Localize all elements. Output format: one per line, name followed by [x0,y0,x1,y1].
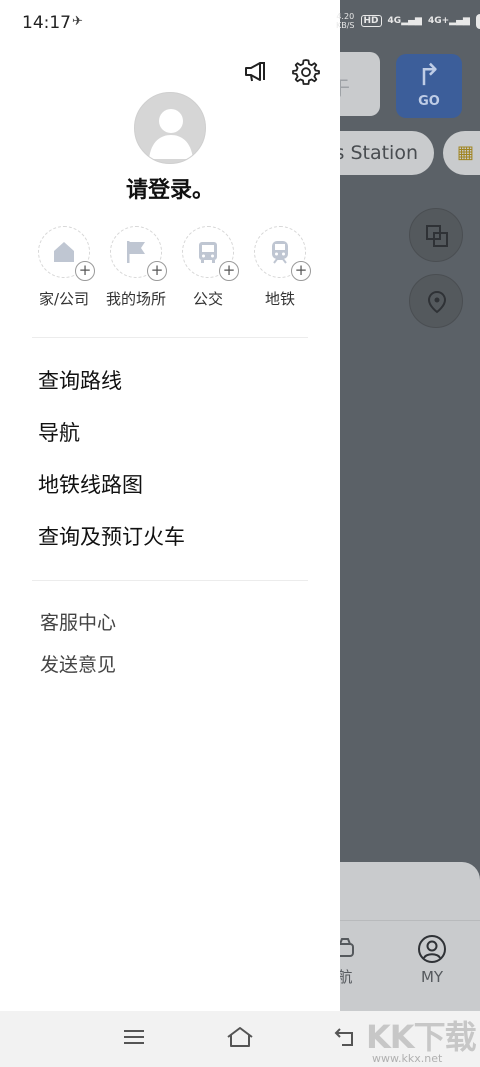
go-button: ↱ GO [396,54,462,118]
drawer-top-actions [242,58,320,86]
add-icon: + [75,261,95,281]
shortcut-bus[interactable]: + 公交 [172,226,244,309]
hamburger-icon [124,1030,144,1044]
status-time: 14:17 [22,13,71,33]
signal-4g-plus-icon: 4G+▂▄▆ [427,16,470,26]
layers-icon [426,225,448,247]
network-speed: 4.20 KB/S [336,12,355,30]
gear-icon [292,59,320,85]
watermark-url: www.kkx.net [372,1052,443,1065]
divider [32,337,308,338]
menu-item-customer-service[interactable]: 客服中心 [40,606,116,648]
go-label: GO [418,94,440,109]
add-icon: + [219,261,239,281]
store-chip: ▦ [443,131,480,175]
home-outline-icon [227,1027,253,1047]
add-icon: + [147,261,167,281]
megaphone-icon [245,62,265,82]
avatar[interactable] [134,92,206,164]
shortcut-subway[interactable]: + 地铁 [244,226,316,309]
menu-item-train-booking[interactable]: 查询及预订火车 [38,518,185,570]
login-prompt[interactable]: 请登录。 [0,172,340,204]
home-button[interactable] [226,1025,254,1053]
user-silhouette-icon [149,109,193,159]
shortcut-label: 公交 [192,290,223,308]
shortcut-label: 家/公司 [38,290,90,308]
battery-indicator: 54 [475,13,480,29]
profile-icon [418,935,446,963]
hd-badge: HD [360,15,382,27]
menu-item-navigation[interactable]: 导航 [38,414,185,466]
status-bar: 14:17 ✈ 4.20KB/S HD 4G▂▄▆ 4G+▂▄▆ 54 [0,0,480,46]
status-indicators: 4.20KB/S HD 4G▂▄▆ 4G+▂▄▆ 54 [336,12,480,30]
back-icon [334,1028,353,1046]
location-button [409,274,463,328]
location-pin-icon [427,290,447,314]
layers-button [409,208,463,262]
nav-tab-my: MY [400,934,464,986]
flag-icon [127,241,145,263]
add-icon: + [291,261,311,281]
flash-icon: ✈ [72,14,83,29]
divider [32,580,308,581]
store-icon: ▦ [457,142,475,163]
watermark: KK下载 www.kkx.net [362,1010,480,1067]
bus-icon [199,242,217,263]
shortcut-row: + 家/公司 + 我的场所 + 公交 + 地铁 [28,226,316,309]
menu-item-subway-map[interactable]: 地铁线路图 [38,466,185,518]
menu-item-feedback[interactable]: 发送意见 [40,648,116,690]
menu-item-route-search[interactable]: 查询路线 [38,362,185,414]
shortcut-home-work[interactable]: + 家/公司 [28,226,100,309]
turn-right-icon: ↱ [416,58,442,93]
secondary-menu: 客服中心 发送意见 [40,606,116,690]
back-button[interactable] [334,1025,358,1053]
subway-icon [272,241,288,264]
menu-button[interactable] [122,1025,146,1053]
settings-button[interactable] [292,58,320,86]
announcement-button[interactable] [242,58,270,86]
home-icon [54,242,74,262]
side-drawer: 请登录。 + 家/公司 + 我的场所 + 公交 + 地铁 查询路线 导航 地铁线… [0,0,340,1011]
shortcut-my-places[interactable]: + 我的场所 [100,226,172,309]
signal-4g-icon: 4G▂▄▆ [387,16,422,26]
shortcut-label: 地铁 [264,290,295,308]
shortcut-label: 我的场所 [105,290,166,308]
main-menu: 查询路线 导航 地铁线路图 查询及预订火车 [38,362,185,570]
